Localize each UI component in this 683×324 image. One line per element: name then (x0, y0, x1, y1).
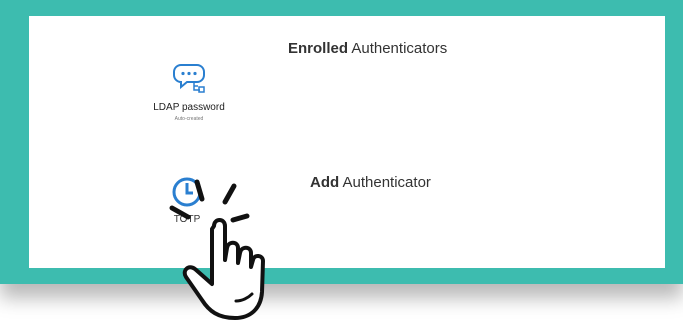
ldap-password-label: LDAP password (153, 102, 225, 113)
ldap-password-sublabel: Auto-created (174, 116, 204, 122)
add-heading-bold: Add (310, 174, 340, 191)
authenticators-panel: Enrolled Authenticators LDAP password Au… (29, 16, 665, 268)
totp-label: TOTP (173, 214, 201, 225)
authenticator-card-totp[interactable]: TOTP (157, 174, 217, 225)
add-authenticator-heading: Add Authenticator (310, 174, 431, 191)
add-heading-rest: Authenticator (339, 174, 431, 191)
enrolled-authenticators-heading: Enrolled Authenticators (288, 40, 447, 57)
enrolled-heading-bold: Enrolled (288, 40, 349, 57)
authenticator-card-ldap-password[interactable]: LDAP password Auto-created (139, 62, 239, 122)
password-chat-icon (173, 64, 205, 93)
screenshot-stage: Enrolled Authenticators LDAP password Au… (0, 0, 683, 324)
clock-icon (172, 177, 202, 207)
enrolled-heading-rest: Authenticators (348, 40, 448, 57)
